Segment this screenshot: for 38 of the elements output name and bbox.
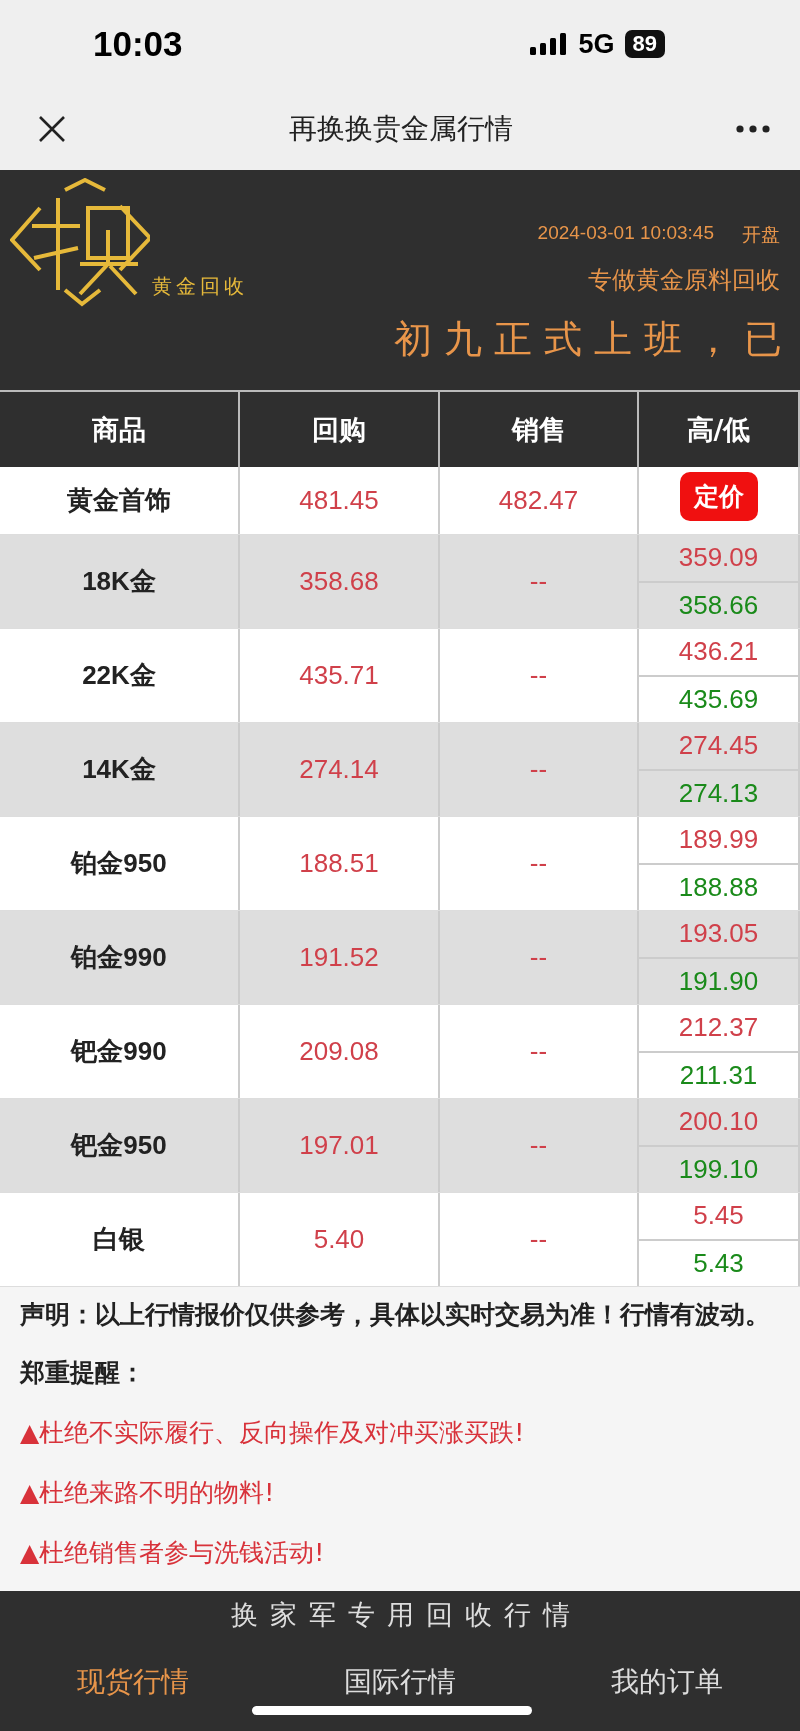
warning-text: ▲杜绝不实际履行、反向操作及对冲买涨买跌! (20, 1417, 526, 1449)
table-cell-text: 274.13 (677, 776, 760, 810)
network-label: 5G (578, 28, 615, 60)
footer-caption: 换家军专用回收行情 (230, 1598, 582, 1632)
warning-text: ▲杜绝来路不明的物料! (20, 1477, 276, 1509)
page-title: 再换换贵金属行情 (289, 111, 513, 147)
table-cell: -- (440, 1193, 639, 1286)
table-cell-text: 191.90 (677, 964, 760, 998)
table-cell-text: 188.88 (677, 870, 760, 904)
table-cell-text: 5.43 (692, 1246, 745, 1280)
status-time: 10:03 (93, 24, 183, 64)
table-cell: 436.21 (639, 629, 798, 677)
footer-tab[interactable]: 国际行情 (344, 1663, 456, 1701)
table-cell: 212.37 (639, 1005, 798, 1053)
footer-tab[interactable]: 我的订单 (610, 1663, 723, 1701)
battery-icon: 89 (624, 30, 665, 58)
table-cell-text: 199.10 (677, 1152, 760, 1186)
table-cell: 189.99 (639, 817, 798, 865)
footer-tab[interactable]: 现货行情 (77, 1663, 190, 1701)
reminder-title: 郑重提醒： (20, 1357, 146, 1389)
price-badge[interactable]: 定价 (679, 472, 758, 521)
table-cell: 5.40 (240, 1193, 440, 1286)
market-state: 开盘 (742, 223, 780, 247)
statement-text: 声明：以上行情报价仅供参考，具体以实时交易为准！行情有波动。 (20, 1299, 771, 1331)
warning-text: ▲杜绝销售者参与洗钱活动! (20, 1537, 326, 1569)
table-cell: 193.05 (639, 911, 798, 959)
table-cell: 274.45 (639, 723, 798, 771)
slogan-text: 专做黄金原料回收 (588, 265, 780, 296)
table-cell: 5.45 (639, 1193, 798, 1241)
table-cell-text: 435.69 (677, 682, 760, 716)
datetime-text: 2024-03-01 10:03:45 (537, 222, 714, 245)
marquee-text: 初九正式上班，已 (394, 316, 795, 363)
table-cell: 白银 (0, 1193, 240, 1286)
logo-text: 黄金回收 (152, 273, 248, 300)
table-cell-text: 211.31 (678, 1058, 759, 1092)
table-cell: 359.09 (639, 535, 798, 583)
table-cell: 200.10 (639, 1099, 798, 1147)
table-cell-text: 358.66 (677, 588, 760, 622)
